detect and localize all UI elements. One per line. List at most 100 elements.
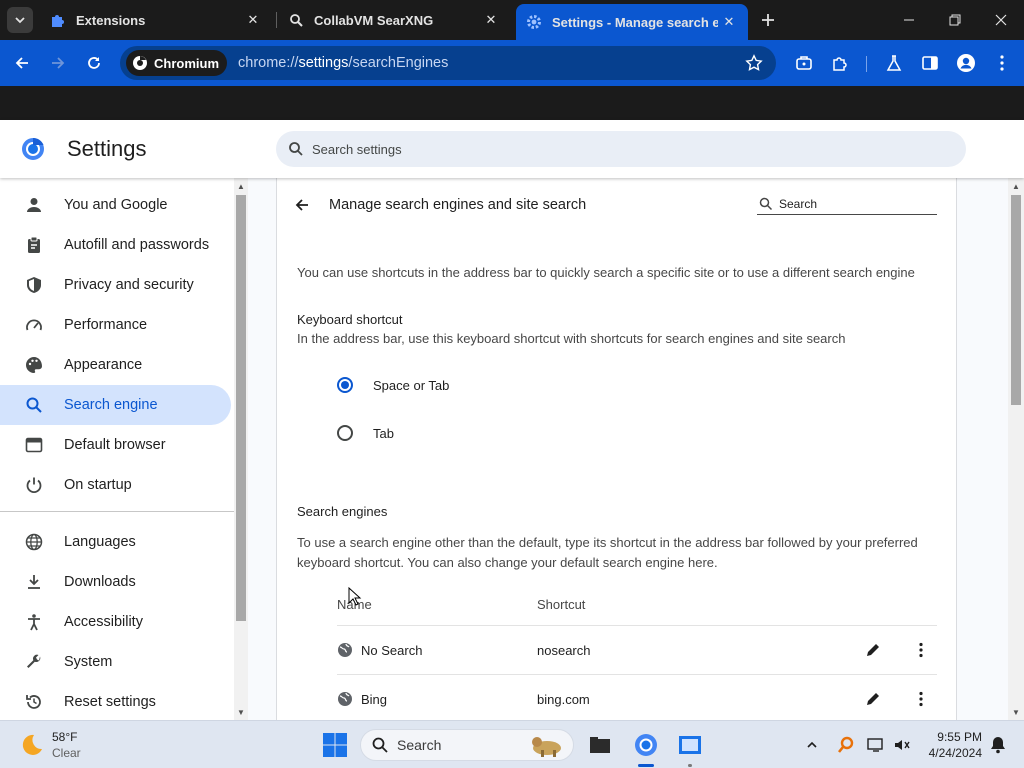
- window-app-icon: [679, 736, 701, 754]
- power-icon: [24, 475, 44, 495]
- globe-icon: [24, 532, 44, 552]
- toolbar-divider: [866, 56, 867, 72]
- weather-widget[interactable]: 58°F Clear: [18, 729, 81, 761]
- sidebar-item-autofill[interactable]: Autofill and passwords: [0, 225, 231, 265]
- magnifier-orange-icon: [837, 736, 854, 753]
- tab-settings[interactable]: Settings - Manage search engi ✕: [516, 4, 748, 40]
- taskbar-search[interactable]: Search: [360, 729, 574, 761]
- person-icon: [24, 195, 44, 215]
- tray-search-app[interactable]: [830, 729, 862, 761]
- notifications-button[interactable]: [982, 729, 1014, 761]
- labs-button[interactable]: [880, 49, 908, 77]
- close-icon[interactable]: ✕: [242, 9, 264, 31]
- sidebar-item-languages[interactable]: Languages: [0, 522, 231, 562]
- reload-button[interactable]: [80, 49, 108, 77]
- sidebar-item-on-startup[interactable]: On startup: [0, 465, 231, 505]
- bookmark-star-button[interactable]: [740, 49, 768, 77]
- sidebar-divider: [0, 511, 234, 512]
- edit-pencil-icon[interactable]: [861, 638, 885, 662]
- sidebar-item-search-engine[interactable]: Search engine: [0, 385, 231, 425]
- sidebar-item-default-browser[interactable]: Default browser: [0, 425, 231, 465]
- running-app-indicator: [688, 764, 692, 767]
- globe-icon: [338, 692, 352, 706]
- back-button[interactable]: [8, 49, 36, 77]
- windows-start-icon[interactable]: [322, 732, 348, 758]
- scrollbar-thumb[interactable]: [1011, 195, 1021, 405]
- search-settings-box[interactable]: [276, 131, 966, 167]
- side-panel-button[interactable]: [916, 49, 944, 77]
- page-title: Settings: [67, 136, 147, 161]
- sidebar-item-accessibility[interactable]: Accessibility: [0, 602, 231, 642]
- accessibility-icon: [24, 612, 44, 632]
- profile-button[interactable]: [952, 49, 980, 77]
- address-bar[interactable]: Chromium chrome://settings/searchEngines: [120, 46, 776, 80]
- search-engines-card: Manage search engines and site search Yo…: [276, 178, 957, 720]
- settings-content: You and Google Autofill and passwords Pr…: [0, 178, 1024, 720]
- new-tab-button[interactable]: [752, 0, 784, 40]
- scroll-up-arrow-icon[interactable]: ▲: [236, 181, 246, 191]
- taskbar-chromium[interactable]: [630, 729, 662, 761]
- sidebar-item-label: You and Google: [64, 197, 168, 213]
- window-close-button[interactable]: [978, 0, 1024, 40]
- subpage-search-input[interactable]: [779, 196, 929, 211]
- mouse-cursor-icon: [348, 587, 362, 606]
- menu-button[interactable]: [988, 49, 1016, 77]
- tray-volume[interactable]: [886, 729, 918, 761]
- forward-button[interactable]: [44, 49, 72, 77]
- password-manager-button[interactable]: [790, 49, 818, 77]
- scroll-down-arrow-icon[interactable]: ▼: [236, 707, 246, 717]
- sidebar-item-you-and-google[interactable]: You and Google: [0, 185, 231, 225]
- moon-icon: [22, 734, 42, 755]
- tab-collabvm-searxng[interactable]: CollabVM SearXNG ✕: [278, 4, 510, 36]
- sidebar-item-downloads[interactable]: Downloads: [0, 562, 231, 602]
- subpage-search[interactable]: [757, 193, 937, 215]
- tray-overflow-button[interactable]: [796, 729, 828, 761]
- main-scrollbar[interactable]: ▲ ▼: [1008, 178, 1024, 720]
- system-clock[interactable]: 9:55 PM 4/24/2024: [922, 729, 982, 761]
- sidebar-item-privacy[interactable]: Privacy and security: [0, 265, 231, 305]
- gear-icon: [526, 14, 542, 30]
- tab-search-button[interactable]: [7, 7, 33, 33]
- intro-text: You can use shortcuts in the address bar…: [297, 265, 915, 280]
- back-button[interactable]: [291, 194, 313, 216]
- radio-tab[interactable]: Tab: [337, 421, 394, 445]
- chevron-up-icon: [807, 741, 817, 748]
- radio-space-or-tab[interactable]: Space or Tab: [337, 373, 449, 397]
- sidebar-item-appearance[interactable]: Appearance: [0, 345, 231, 385]
- sidebar-item-reset-settings[interactable]: Reset settings: [0, 682, 231, 720]
- close-icon: [995, 14, 1007, 26]
- sidebar-item-performance[interactable]: Performance: [0, 305, 231, 345]
- taskbar-file-explorer[interactable]: [584, 729, 616, 761]
- sidebar-item-system[interactable]: System: [0, 642, 231, 682]
- palette-icon: [24, 355, 44, 375]
- more-vert-icon[interactable]: [909, 638, 933, 662]
- reset-icon: [24, 692, 44, 712]
- bookmarks-bar: [0, 86, 1024, 120]
- tab-extensions[interactable]: Extensions ✕: [40, 4, 272, 36]
- close-icon[interactable]: ✕: [480, 9, 502, 31]
- engine-shortcut: nosearch: [537, 642, 591, 658]
- site-info-chip[interactable]: Chromium: [126, 50, 227, 76]
- more-vert-icon[interactable]: [909, 687, 933, 711]
- url-text[interactable]: chrome://settings/searchEngines: [238, 55, 740, 71]
- close-icon[interactable]: ✕: [718, 11, 740, 33]
- search-settings-input[interactable]: [312, 141, 912, 157]
- scroll-up-arrow-icon[interactable]: ▲: [1011, 181, 1021, 191]
- extensions-button[interactable]: [826, 49, 854, 77]
- sidebar-item-label: Languages: [64, 534, 136, 550]
- arrow-left-icon: [15, 57, 28, 69]
- taskbar-app-window[interactable]: [674, 729, 706, 761]
- sidebar-scrollbar[interactable]: ▲ ▼: [234, 178, 248, 720]
- tab-title: Settings - Manage search engi: [552, 14, 718, 30]
- radio-button[interactable]: [337, 425, 353, 441]
- scroll-down-arrow-icon[interactable]: ▼: [1011, 707, 1021, 717]
- edit-pencil-icon[interactable]: [861, 687, 885, 711]
- browser-icon: [24, 435, 44, 455]
- avatar-icon: [957, 54, 975, 72]
- minimize-button[interactable]: [886, 0, 932, 40]
- restore-button[interactable]: [932, 0, 978, 40]
- scrollbar-thumb[interactable]: [236, 195, 246, 621]
- search-engines-heading: Search engines: [297, 504, 388, 519]
- radio-button-checked[interactable]: [337, 377, 353, 393]
- url-scheme: chrome://: [238, 55, 299, 71]
